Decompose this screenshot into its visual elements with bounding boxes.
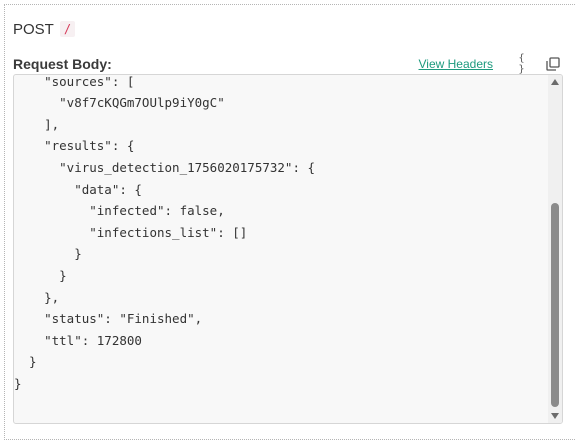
request-path: / xyxy=(59,21,76,37)
code-line: "status": "Finished", xyxy=(14,311,203,327)
code-line: }, xyxy=(14,289,60,305)
http-method: POST xyxy=(13,20,54,38)
code-line: "infected": false, xyxy=(14,203,225,219)
scroll-up-arrow-icon[interactable] xyxy=(548,76,562,88)
scroll-down-arrow-icon[interactable] xyxy=(548,410,562,422)
code-line: "data": { xyxy=(14,181,142,197)
left-dotted-border xyxy=(4,4,5,440)
copy-icon[interactable] xyxy=(545,56,561,72)
code-line: } xyxy=(14,246,82,262)
code-line: "infections_list": [] xyxy=(14,224,248,240)
scroll-thumb[interactable] xyxy=(551,203,559,407)
code-line: ], xyxy=(14,116,60,132)
body-toolbar: View Headers { } xyxy=(419,53,561,75)
code-line: "virus_detection_1756020175732": { xyxy=(14,159,316,175)
request-line: POST / xyxy=(13,19,76,39)
braces-icon[interactable]: { } xyxy=(513,53,531,75)
code-line: "v8f7cKQGm7OUlp9iY0gC" xyxy=(14,95,225,111)
code-line: } xyxy=(14,375,22,391)
view-headers-link[interactable]: View Headers xyxy=(419,57,493,71)
code-line: } xyxy=(14,354,37,370)
code-line: "sources": [ xyxy=(14,74,135,89)
request-body-code[interactable]: "updatedAt": "2025-08-25T11:09:43.527671… xyxy=(13,74,563,424)
code-line: } xyxy=(14,267,67,283)
request-body-header: Request Body: View Headers { } xyxy=(13,53,561,75)
vertical-scrollbar[interactable] xyxy=(548,75,562,423)
bottom-dotted-border xyxy=(4,439,575,440)
code-content: "updatedAt": "2025-08-25T11:09:43.527671… xyxy=(14,74,548,395)
top-dotted-border xyxy=(4,4,575,5)
request-body-title: Request Body: xyxy=(13,56,112,72)
code-line: "ttl": 172800 xyxy=(14,332,142,348)
code-line: "results": { xyxy=(14,138,135,154)
